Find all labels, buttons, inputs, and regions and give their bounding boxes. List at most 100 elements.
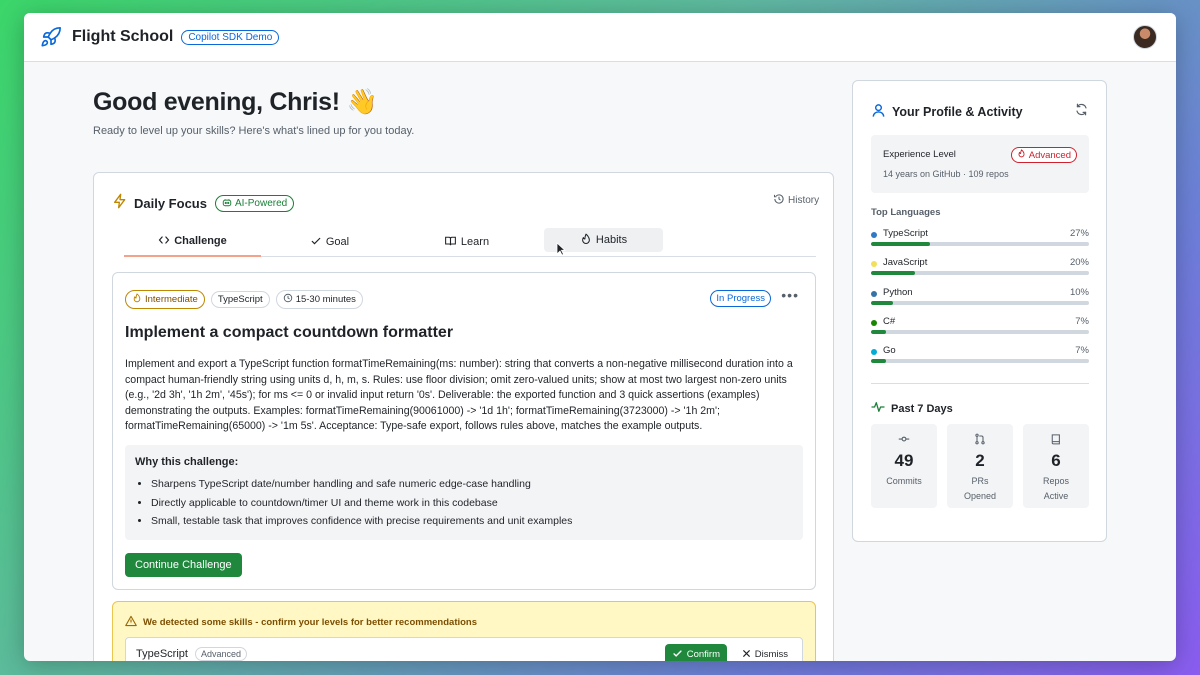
detected-skill-row: TypeScript Advanced Confirm Dismiss — [125, 637, 803, 661]
page-subtitle: Ready to level up your skills? Here's wh… — [93, 125, 415, 137]
language-progress-fill — [871, 359, 887, 364]
language-color-dot — [871, 349, 877, 356]
challenge-title: Implement a compact countdown formatter — [125, 324, 454, 341]
stat-label: Repos Active — [1042, 476, 1069, 501]
warning-icon — [125, 615, 137, 630]
language-percent: 7% — [1075, 345, 1089, 357]
language-color-dot — [871, 290, 877, 297]
detected-level-badge: Advanced — [194, 647, 247, 661]
rocket-icon — [40, 25, 64, 49]
stat-value: 2 — [975, 451, 985, 470]
past-seven-days-title: Past 7 Days — [891, 402, 953, 415]
main-content: Good evening, Chris! 👋 Ready to level up… — [93, 88, 834, 661]
history-icon — [773, 193, 785, 208]
language-percent: 20% — [1069, 257, 1089, 269]
experience-badge: Advanced — [1010, 147, 1077, 163]
why-list: Sharpens TypeScript date/number handling… — [135, 475, 793, 531]
flame-icon — [132, 293, 142, 306]
tab-challenge-label: Challenge — [174, 235, 227, 247]
language-color-dot — [871, 232, 877, 238]
language-progress-fill — [871, 300, 893, 305]
tab-challenge[interactable]: Challenge — [124, 227, 261, 257]
language-name: JavaScript — [883, 257, 928, 269]
confirm-button[interactable]: Confirm — [664, 644, 727, 662]
close-icon — [742, 649, 751, 661]
flame-icon — [1017, 149, 1026, 161]
lightning-icon — [112, 193, 128, 214]
language-row: Go 7% — [871, 345, 1089, 365]
page-title: Good evening, Chris! 👋 — [93, 88, 378, 116]
stat-value: 49 — [894, 451, 914, 470]
history-button[interactable]: History — [773, 193, 833, 208]
code-icon — [158, 234, 170, 249]
level-badge: Intermediate — [125, 290, 205, 309]
language-name: C# — [883, 315, 896, 327]
language-progress-fill — [871, 242, 930, 246]
tab-goal-label: Goal — [325, 236, 350, 248]
duration-label: 15-30 minutes — [295, 294, 356, 305]
detection-message: We detected some skills - confirm your l… — [143, 617, 478, 628]
dismiss-label: Dismiss — [754, 649, 788, 660]
language-name: Python — [883, 286, 913, 298]
language-color-dot — [871, 261, 877, 268]
activity-icon — [871, 401, 885, 416]
clock-icon — [283, 293, 293, 306]
language-percent: 10% — [1069, 286, 1089, 298]
list-item: Sharpens TypeScript date/number handling… — [151, 475, 793, 494]
ai-powered-label: AI-Powered — [234, 198, 288, 209]
stat-label: PRs Opened — [963, 476, 997, 501]
language-row: JavaScript 20% — [871, 257, 1089, 277]
tab-goal[interactable]: Goal — [261, 227, 398, 257]
profile-title: Your Profile & Activity — [892, 105, 1023, 119]
confirm-label: Confirm — [686, 649, 720, 660]
language-progress-track — [871, 300, 1089, 305]
pull-request-icon — [947, 433, 1013, 447]
language-row: C# 7% — [871, 316, 1089, 336]
skill-detection-banner: We detected some skills - confirm your l… — [112, 601, 816, 661]
continue-challenge-button[interactable]: Continue Challenge — [125, 553, 242, 577]
why-title: Why this challenge: — [135, 456, 239, 468]
why-this-challenge: Why this challenge: Sharpens TypeScript … — [125, 445, 803, 540]
divider — [871, 383, 1089, 384]
list-item: Small, testable task that improves confi… — [151, 512, 793, 531]
app-title[interactable]: Flight School — [72, 28, 173, 46]
flame-icon — [580, 233, 592, 248]
dismiss-button[interactable]: Dismiss — [742, 644, 788, 661]
profile-activity-card: Your Profile & Activity Experience Level… — [852, 80, 1107, 542]
language-progress-track — [871, 271, 1089, 276]
tab-learn-label: Learn — [460, 236, 490, 248]
experience-badge-label: Advanced — [1028, 149, 1071, 161]
repo-icon — [1023, 433, 1089, 447]
experience-subtitle: 14 years on GitHub · 109 repos — [883, 169, 1009, 179]
stat-box: 2 PRs Opened — [947, 424, 1013, 508]
app-window: Flight School Copilot SDK Demo Good even… — [24, 13, 1176, 661]
daily-focus-card: Daily Focus AI-Powered History Challenge… — [93, 172, 834, 661]
copilot-icon — [222, 197, 232, 210]
top-bar: Flight School Copilot SDK Demo — [24, 13, 1176, 62]
challenge-card: Intermediate TypeScript 15-30 minutes In… — [112, 272, 816, 590]
language-progress-track — [871, 242, 1089, 246]
language-progress-track — [871, 329, 1089, 334]
ai-powered-badge: AI-Powered — [214, 195, 295, 212]
tab-habits-label: Habits — [595, 234, 628, 246]
more-options-icon[interactable]: ••• — [781, 287, 799, 303]
refresh-icon[interactable] — [1075, 103, 1088, 121]
language-progress-track — [871, 359, 1089, 364]
stat-value: 6 — [1051, 451, 1061, 470]
person-icon — [871, 103, 886, 121]
status-badge: In Progress — [710, 290, 771, 307]
language-progress-fill — [871, 329, 887, 334]
detected-language: TypeScript — [136, 648, 188, 660]
language-percent: 27% — [1069, 228, 1089, 239]
mouse-cursor-icon — [556, 242, 567, 261]
challenge-description: Implement and export a TypeScript functi… — [125, 358, 793, 432]
check-icon — [672, 648, 683, 662]
duration-badge: 15-30 minutes — [275, 290, 363, 309]
avatar[interactable] — [1133, 25, 1157, 49]
language-progress-fill — [871, 271, 915, 276]
daily-focus-title: Daily Focus — [134, 196, 207, 211]
book-icon — [444, 235, 457, 250]
language-row: Python 10% — [871, 287, 1089, 307]
tab-learn[interactable]: Learn — [398, 227, 535, 257]
check-icon — [310, 235, 322, 250]
